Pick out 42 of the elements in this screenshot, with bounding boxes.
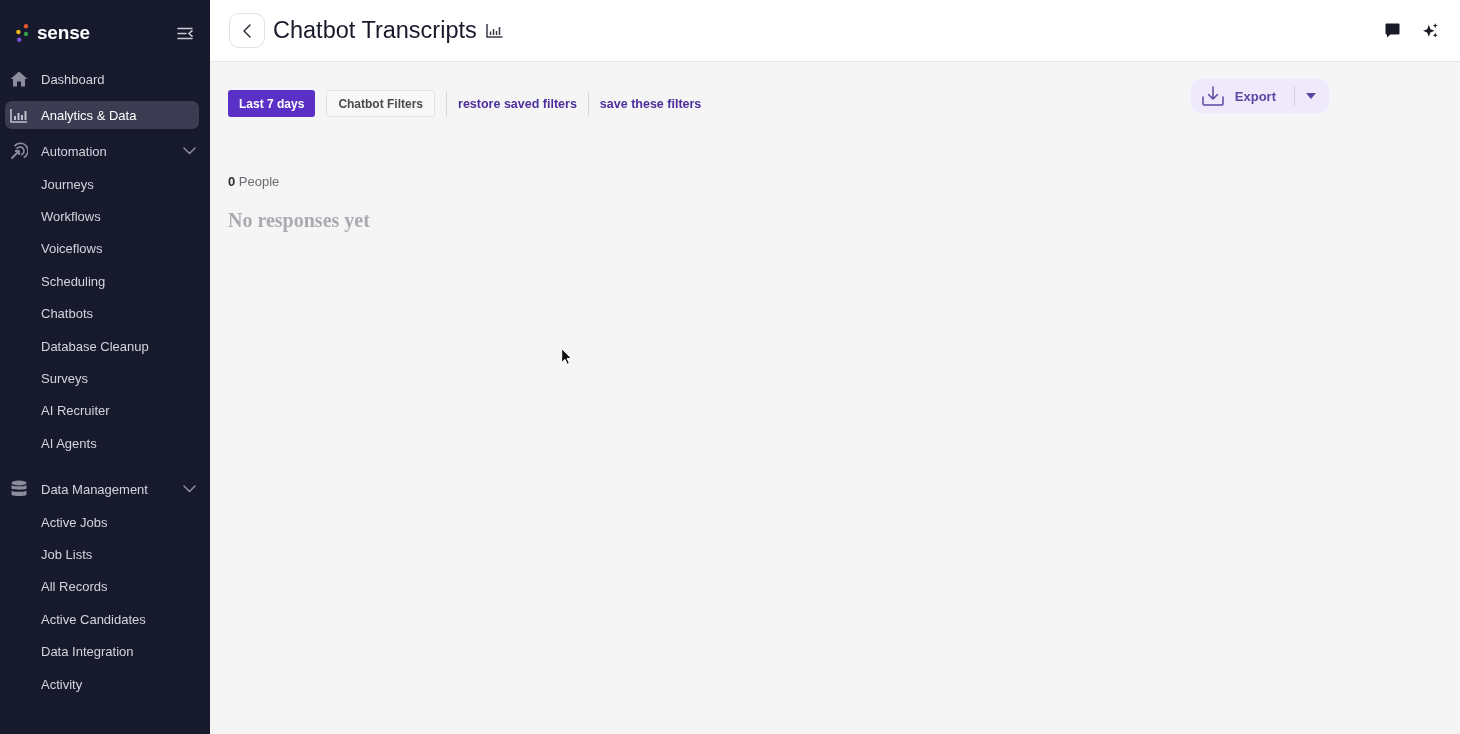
filters-button[interactable]: Chatbot Filters [326, 90, 436, 117]
page-title: Chatbot Transcripts [273, 17, 477, 44]
sidebar-subitem[interactable]: AI Recruiter [5, 394, 199, 428]
sidebar-subitem[interactable]: AI Agents [5, 427, 199, 460]
mouse-pointer-icon [561, 348, 572, 365]
chevron-left-icon [243, 23, 251, 38]
sidebar-subitem[interactable]: Database Cleanup [5, 329, 199, 363]
bar-chart-icon [10, 107, 28, 123]
filter-link[interactable]: save these filters [599, 96, 702, 111]
target-arrow-icon [10, 142, 28, 160]
sidebar-subitem[interactable]: All Records [5, 570, 199, 604]
sidebar-subitem[interactable]: Active Jobs [5, 506, 199, 539]
export-button[interactable]: Export [1190, 79, 1294, 113]
sparkle-icon[interactable] [1423, 23, 1438, 38]
sidebar-subitem[interactable]: Voiceflows [5, 232, 199, 266]
sidebar-subitem[interactable]: Surveys [5, 362, 199, 395]
empty-state-message: No responses yet [228, 208, 371, 233]
sidebar-subitem[interactable]: Journeys [5, 168, 199, 201]
sidebar-subitem[interactable]: Activity [5, 667, 199, 701]
sidebar-subitem[interactable]: Scheduling [5, 265, 199, 298]
collapse-menu-icon[interactable] [177, 26, 193, 40]
sidebar-subitem[interactable]: Job Lists [5, 538, 199, 571]
sidebar-subitem[interactable]: Workflows [5, 200, 199, 233]
sidebar-nav-item[interactable]: Dashboard [5, 65, 199, 93]
dots-logo-icon [16, 24, 29, 42]
sidebar-subitem[interactable]: Active Candidates [5, 603, 199, 636]
sidebar-group-header[interactable]: Automation [5, 137, 199, 165]
sidebar-group-header[interactable]: Data Management [5, 475, 199, 503]
bar-chart-icon[interactable] [485, 23, 503, 38]
back-button[interactable] [229, 13, 265, 48]
home-icon [10, 71, 28, 87]
date-range-button[interactable]: Last 7 days [228, 90, 316, 117]
sidebar-subitem[interactable]: Chatbots [5, 297, 199, 330]
people-count: 0 People [228, 173, 281, 191]
chat-bubble-icon[interactable] [1385, 23, 1400, 38]
caret-down-icon [1306, 93, 1316, 99]
sidebar-nav-item[interactable]: Analytics & Data [5, 101, 199, 129]
logo-wordmark: sense [37, 22, 90, 44]
sidebar-subitem[interactable]: Data Integration [5, 635, 199, 668]
filter-link[interactable]: restore saved filters [458, 96, 577, 111]
download-icon [1201, 86, 1224, 106]
database-icon [11, 480, 27, 498]
